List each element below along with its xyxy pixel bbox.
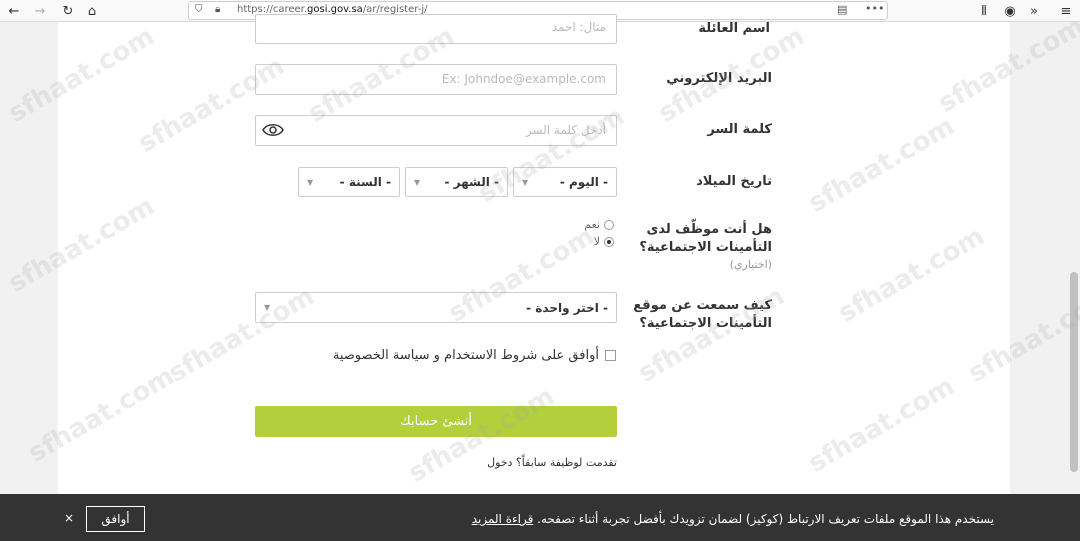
more-actions-icon[interactable]: •••: [865, 2, 884, 15]
terms-row[interactable]: أوافق على شروط الاستخدام و سياسة الخصوصي…: [333, 348, 616, 363]
eye-icon[interactable]: [262, 122, 284, 138]
cookie-message: يستخدم هذا الموقع ملفات تعريف الارتباط (…: [472, 512, 994, 526]
applied-before-line: تقدمت لوظيفة سابقاً؟ دخول: [420, 456, 617, 469]
chevron-down-icon: ▼: [307, 177, 314, 187]
dob-label: تاريخ الميلاد: [696, 174, 772, 189]
year-value: - السنة -: [339, 175, 391, 189]
terms-label: أوافق على شروط الاستخدام و سياسة الخصوصي…: [332, 348, 599, 363]
reload-icon[interactable]: ↻: [58, 1, 78, 21]
cookie-text: يستخدم هذا الموقع ملفات تعريف الارتباط (…: [537, 512, 994, 526]
page-scrollbar[interactable]: [1068, 22, 1080, 494]
radio-no-label: لا: [593, 235, 600, 248]
day-value: - اليوم -: [559, 175, 608, 189]
heard-about-select[interactable]: - اختر واحدة - ▼: [255, 292, 617, 323]
read-more-link[interactable]: قراءة المزيد: [472, 512, 534, 526]
scroll-thumb[interactable]: [1070, 272, 1078, 472]
email-label: البريد الإلكتروني: [666, 71, 772, 86]
chevron-down-icon: ▼: [522, 177, 529, 187]
radio-yes[interactable]: نعم: [584, 218, 614, 231]
family-name-label: اسم العائلة: [698, 21, 770, 36]
heard-about-label: كيف سمعت عن موقع التأمينات الاجتماعية؟: [633, 298, 772, 331]
shield-icon: ⛉: [195, 4, 203, 15]
email-input[interactable]: Ex: Johndoe@example.com: [255, 64, 617, 95]
menu-icon[interactable]: ≡: [1056, 1, 1076, 21]
radio-yes-label: نعم: [584, 218, 600, 231]
heard-about-value: - اختر واحدة -: [526, 300, 608, 315]
library-icon[interactable]: ⫴: [974, 1, 994, 21]
close-icon[interactable]: ×: [64, 511, 74, 525]
applied-before-text: تقدمت لوظيفة سابقاً؟: [515, 456, 617, 469]
back-icon[interactable]: ←: [4, 1, 24, 21]
month-value: - الشهر -: [444, 175, 499, 189]
password-label: كلمة السر: [707, 122, 772, 137]
terms-checkbox[interactable]: [605, 350, 616, 361]
password-input[interactable]: أدخل كلمة السر: [255, 115, 617, 146]
chevron-down-icon: ▼: [264, 303, 271, 312]
cookie-banner: يستخدم هذا الموقع ملفات تعريف الارتباط (…: [0, 494, 1080, 541]
radio-no[interactable]: لا: [594, 235, 614, 248]
day-select[interactable]: - اليوم - ▼: [513, 167, 617, 197]
year-select[interactable]: - السنة - ▼: [298, 167, 400, 197]
lock-icon: 🔒︎: [215, 4, 221, 15]
chevron-down-icon: ▼: [414, 177, 421, 187]
radio-no-circle[interactable]: [604, 236, 614, 247]
forward-icon[interactable]: →: [30, 1, 50, 21]
family-name-input[interactable]: مثال: احمد: [255, 14, 617, 44]
create-account-button[interactable]: أنشئ حسابك: [255, 406, 617, 437]
month-select[interactable]: - الشهر - ▼: [405, 167, 508, 197]
reader-view-icon[interactable]: ▤: [837, 3, 847, 16]
radio-yes-circle[interactable]: [604, 219, 614, 230]
account-icon[interactable]: ◉: [1000, 1, 1020, 21]
home-icon[interactable]: ⌂: [82, 1, 102, 21]
overflow-icon[interactable]: »: [1024, 1, 1044, 21]
employee-question-label: هل أنت موظّف لدى التأمينات الاجتماعية؟: [639, 222, 772, 255]
optional-hint: (اختياري): [729, 258, 772, 271]
login-link[interactable]: دخول: [487, 456, 512, 469]
cookie-agree-button[interactable]: أوافق: [86, 506, 145, 532]
